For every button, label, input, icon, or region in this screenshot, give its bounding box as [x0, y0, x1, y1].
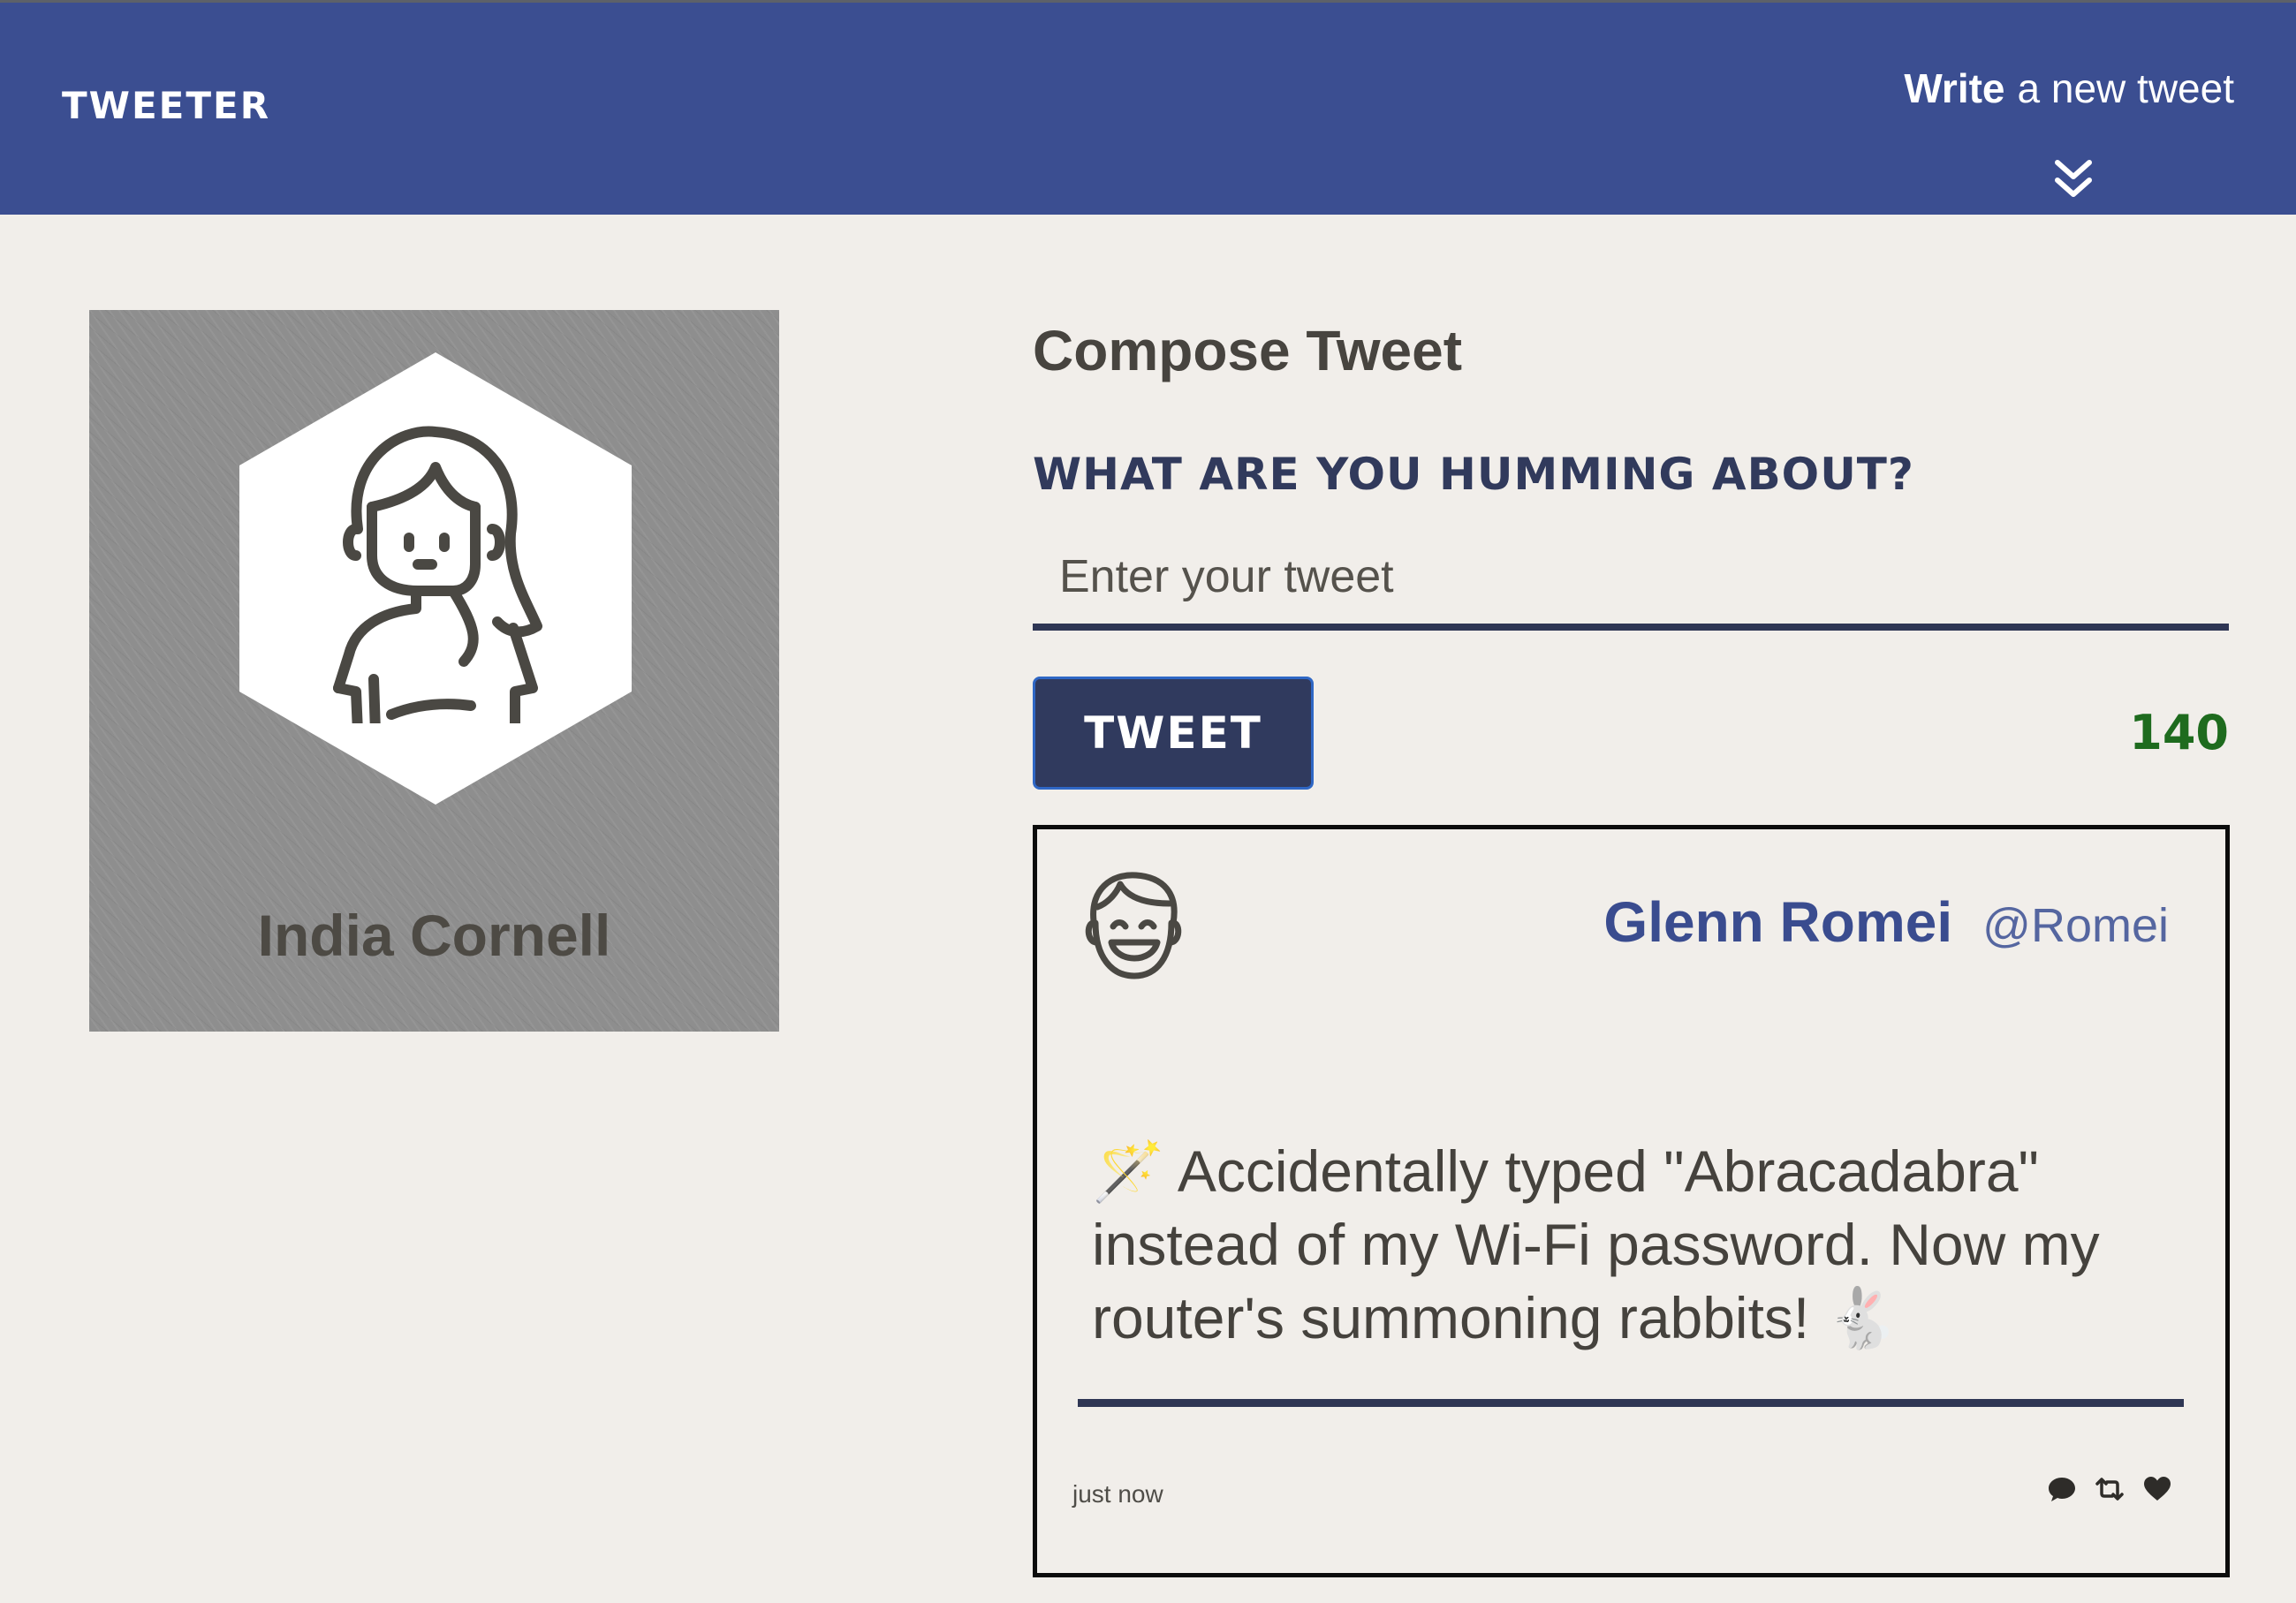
retweet-icon[interactable]	[2095, 1474, 2125, 1504]
woman-avatar-icon	[333, 426, 542, 723]
tweet-header: Glenn Romei @Romei	[1603, 889, 2169, 955]
tweet-submit-button[interactable]: TWEET	[1033, 677, 1314, 790]
smiling-man-avatar-icon	[1085, 872, 1182, 979]
tweet-timestamp: just now	[1072, 1480, 1163, 1508]
write-label: Write	[1904, 65, 2005, 111]
character-counter: 140	[2129, 705, 2229, 760]
top-nav: TWEETER Write a new tweet	[0, 0, 2296, 215]
tweet-input[interactable]	[1033, 530, 2229, 631]
tweet-card: Glenn Romei @Romei 🪄 Accidentally typed "…	[1033, 825, 2230, 1577]
brand-logo[interactable]: TWEETER	[62, 84, 270, 127]
tweet-author[interactable]: Glenn Romei	[1603, 890, 1952, 954]
tweet-actions	[2047, 1474, 2172, 1504]
new-tweet-label: a new tweet	[2017, 65, 2234, 111]
compose-label: WHAT ARE YOU HUMMING ABOUT?	[1033, 449, 1914, 500]
tweet-text: 🪄 Accidentally typed "Abracadabra" inste…	[1092, 1138, 2100, 1350]
comment-icon[interactable]	[2047, 1474, 2077, 1504]
profile-name: India Cornell	[257, 903, 611, 968]
tweet-handle[interactable]: @Romei	[1982, 899, 2169, 952]
profile-card: India Cornell	[89, 310, 779, 1032]
write-new-tweet-toggle[interactable]: Write a new tweet	[1904, 64, 2234, 112]
tweet-divider	[1078, 1399, 2184, 1407]
compose-heading: Compose Tweet	[1033, 319, 1462, 382]
double-chevron-down-icon[interactable]	[2054, 157, 2093, 200]
heart-icon[interactable]	[2142, 1474, 2172, 1504]
